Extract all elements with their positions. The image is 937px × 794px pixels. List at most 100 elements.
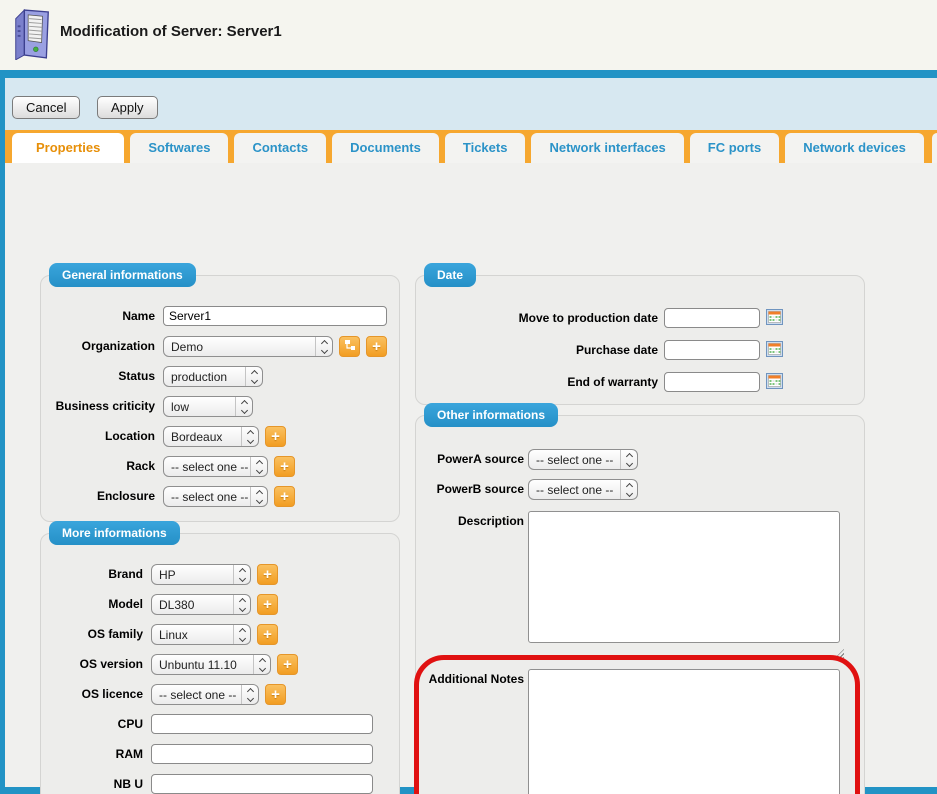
org-chart-icon [344,339,356,354]
more-informations-fieldset: More informations Brand HP + Model [40,533,400,794]
business-criticity-select-value: low [164,400,235,414]
powerb-source-select[interactable]: -- select one -- [528,479,638,500]
rack-add-button[interactable]: + [274,456,295,477]
form-row: NB U [41,774,399,794]
apply-button[interactable]: Apply [97,96,158,119]
os-version-select[interactable]: Unbuntu 11.10 [151,654,271,675]
model-label: Model [45,597,143,611]
nb-u-input[interactable] [151,774,373,794]
tab-partial[interactable] [932,133,937,163]
tab-documents[interactable]: Documents [332,133,439,163]
os-licence-select-value: -- select one -- [152,688,241,702]
status-select-value: production [164,370,245,384]
form-row: Business criticity low [41,396,399,418]
tab-network-interfaces[interactable]: Network interfaces [531,133,683,163]
enclosure-add-button[interactable]: + [274,486,295,507]
tab-tickets[interactable]: Tickets [445,133,526,163]
tab-contacts[interactable]: Contacts [234,133,326,163]
os-family-add-button[interactable]: + [257,624,278,645]
chevron-up-down-icon [245,367,262,386]
more-informations-legend: More informations [49,521,180,545]
os-version-add-button[interactable]: + [277,654,298,675]
brand-label: Brand [45,567,143,581]
tab-fc-ports[interactable]: FC ports [690,133,779,163]
ram-input[interactable] [151,744,373,764]
brand-select[interactable]: HP [151,564,251,585]
general-informations-legend: General informations [49,263,196,287]
general-informations-fieldset: General informations Name Organization D… [40,275,400,522]
plus-icon: + [372,339,381,354]
location-label: Location [45,429,155,443]
location-select[interactable]: Bordeaux [163,426,259,447]
business-criticity-select[interactable]: low [163,396,253,417]
brand-select-value: HP [152,568,233,582]
form-row: Enclosure -- select one -- + [41,486,399,508]
server-icon [10,6,54,65]
calendar-icon [766,341,783,360]
os-version-select-value: Unbuntu 11.10 [152,658,253,672]
os-family-select[interactable]: Linux [151,624,251,645]
tab-softwares[interactable]: Softwares [130,133,228,163]
organization-select-value: Demo [164,340,315,354]
end-of-warranty-calendar-button[interactable] [766,373,783,392]
organization-select[interactable]: Demo [163,336,333,357]
form-row: Status production [41,366,399,388]
date-fieldset: Date Move to production date [415,275,865,405]
properties-panel: General informations Name Organization D… [5,163,937,787]
enclosure-select[interactable]: -- select one -- [163,486,268,507]
purchase-date-input[interactable] [664,340,760,360]
app-window: Modification of Server: Server1 Cancel A… [0,0,937,794]
form-row: CPU [41,714,399,736]
enclosure-select-value: -- select one -- [164,490,250,504]
additional-notes-textarea[interactable] [528,669,840,794]
tab-strip: Properties Softwares Contacts Documents … [5,130,937,163]
chevron-up-down-icon [241,427,258,446]
chevron-up-down-icon [315,337,332,356]
form-row: OS version Unbuntu 11.10 + [41,654,399,676]
organization-add-button[interactable]: + [366,336,387,357]
date-legend: Date [424,263,476,287]
cpu-input[interactable] [151,714,373,734]
powera-source-select[interactable]: -- select one -- [528,449,638,470]
form-row: Rack -- select one -- + [41,456,399,478]
description-textarea[interactable] [528,511,840,643]
os-family-select-value: Linux [152,628,233,642]
form-row: Location Bordeaux + [41,426,399,448]
purchase-date-calendar-button[interactable] [766,341,783,360]
model-select[interactable]: DL380 [151,594,251,615]
tab-properties[interactable]: Properties [12,133,124,163]
nb-u-label: NB U [45,777,143,791]
chevron-up-down-icon [233,565,250,584]
model-add-button[interactable]: + [257,594,278,615]
move-to-production-date-input[interactable] [664,308,760,328]
purchase-date-label: Purchase date [420,343,658,357]
status-select[interactable]: production [163,366,263,387]
additional-notes-label: Additional Notes [420,672,524,686]
page-title: Modification of Server: Server1 [60,23,282,40]
chevron-up-down-icon [233,625,250,644]
cancel-button[interactable]: Cancel [12,96,80,119]
form-row: Purchase date [416,340,864,362]
os-family-label: OS family [45,627,143,641]
content-area: Cancel Apply Properties Softwares Contac… [5,78,937,787]
organization-hierarchy-button[interactable] [339,336,360,357]
brand-add-button[interactable]: + [257,564,278,585]
os-licence-add-button[interactable]: + [265,684,286,705]
name-input[interactable] [163,306,387,326]
tab-network-devices[interactable]: Network devices [785,133,924,163]
end-of-warranty-input[interactable] [664,372,760,392]
os-licence-select[interactable]: -- select one -- [151,684,259,705]
organization-label: Organization [45,339,155,353]
chevron-up-down-icon [620,480,637,499]
name-label: Name [45,309,155,323]
plus-icon: + [263,567,272,582]
chevron-up-down-icon [620,450,637,469]
form-row: Model DL380 + [41,594,399,616]
location-add-button[interactable]: + [265,426,286,447]
resize-grip-icon[interactable] [835,649,844,658]
business-criticity-label: Business criticity [45,399,155,413]
rack-select[interactable]: -- select one -- [163,456,268,477]
rack-label: Rack [45,459,155,473]
move-to-production-date-calendar-button[interactable] [766,309,783,328]
form-row: Description [416,511,864,651]
